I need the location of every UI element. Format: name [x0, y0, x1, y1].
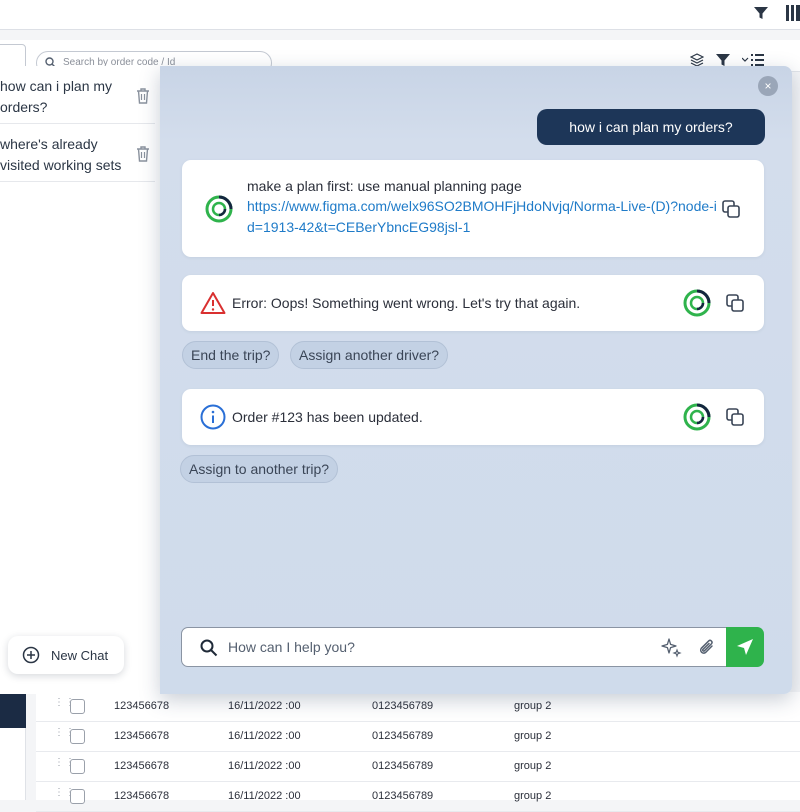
suggestion-chip[interactable]: End the trip? [182, 341, 280, 369]
bot-message-text: make a plan first: use manual planning p… [247, 178, 522, 194]
info-message-text: Order #123 has been updated. [232, 409, 423, 425]
cell-code: 0123456789 [372, 790, 434, 802]
history-item[interactable]: how can i plan my orders? [0, 66, 155, 124]
row-checkbox[interactable] [70, 699, 85, 714]
orders-table: ⋮⋮ 123456678 16/11/2022 :00 0123456789 g… [36, 692, 800, 812]
table-row[interactable]: ⋮⋮ 123456678 16/11/2022 :00 0123456789 g… [36, 722, 800, 752]
table-row[interactable]: ⋮⋮ 123456678 16/11/2022 :00 0123456789 g… [36, 782, 800, 812]
filter-icon[interactable] [754, 6, 768, 20]
assistant-logo-icon [205, 195, 233, 223]
cell-date: 16/11/2022 :00 [228, 790, 301, 802]
info-icon [200, 404, 226, 430]
cell-code: 0123456789 [372, 730, 434, 742]
cell-date: 16/11/2022 :00 [228, 700, 301, 712]
layers-icon[interactable] [690, 53, 704, 67]
copy-icon[interactable] [722, 200, 740, 218]
cell-id: 123456678 [114, 760, 170, 772]
close-button[interactable]: × [758, 76, 778, 96]
assistant-logo-icon [683, 403, 711, 431]
paperclip-icon[interactable] [696, 637, 718, 659]
cell-id: 123456678 [114, 730, 170, 742]
left-nav-panel [0, 728, 26, 800]
bot-message-card: make a plan first: use manual planning p… [182, 160, 764, 257]
app-top-bar [0, 0, 800, 30]
suggestion-chip[interactable]: Assign to another trip? [180, 455, 339, 483]
table-row[interactable]: ⋮⋮ 123456678 16/11/2022 :00 0123456789 g… [36, 752, 800, 782]
suggestion-chip[interactable]: Assign another driver? [290, 341, 449, 369]
plus-circle-icon [22, 646, 40, 664]
user-message: how i can plan my orders? [537, 109, 765, 145]
trash-icon[interactable] [135, 87, 151, 104]
row-checkbox[interactable] [70, 759, 85, 774]
search-icon [200, 639, 218, 657]
chat-history-sidebar: how can i plan my orders? where's alread… [0, 66, 162, 694]
send-icon [737, 639, 753, 655]
cell-group: group 2 [514, 760, 552, 772]
new-chat-label: New Chat [51, 648, 109, 663]
history-item[interactable]: where's already visited working sets [0, 124, 155, 182]
assistant-logo-icon [683, 289, 711, 317]
left-nav-edge [0, 692, 26, 728]
sparkle-icon[interactable] [660, 637, 682, 659]
error-message-text: Error: Oops! Something went wrong. Let's… [232, 295, 581, 311]
cell-group: group 2 [514, 700, 552, 712]
copy-icon[interactable] [726, 294, 744, 312]
drag-handle-icon[interactable]: ⋮⋮ [54, 758, 75, 772]
cell-code: 0123456789 [372, 760, 434, 772]
copy-icon[interactable] [726, 408, 744, 426]
list-icon[interactable] [742, 53, 764, 67]
send-button[interactable] [726, 627, 764, 667]
trash-icon[interactable] [135, 145, 151, 162]
history-item-label: where's already visited working sets [0, 136, 122, 173]
cell-code: 0123456789 [372, 700, 434, 712]
drag-handle-icon[interactable]: ⋮⋮ [54, 698, 75, 712]
drag-handle-icon[interactable]: ⋮⋮ [54, 728, 75, 742]
row-checkbox[interactable] [70, 789, 85, 804]
info-message-card: Order #123 has been updated. [182, 389, 764, 445]
cell-group: group 2 [514, 790, 552, 802]
chat-input[interactable]: How can I help you? [181, 627, 764, 667]
columns-icon[interactable] [786, 5, 800, 21]
cell-id: 123456678 [114, 790, 170, 802]
cell-date: 16/11/2022 :00 [228, 760, 301, 772]
new-chat-button[interactable]: New Chat [8, 636, 124, 674]
error-message-card: Error: Oops! Something went wrong. Let's… [182, 275, 764, 331]
table-row[interactable]: ⋮⋮ 123456678 16/11/2022 :00 0123456789 g… [36, 692, 800, 722]
filter-icon[interactable] [716, 53, 730, 67]
row-checkbox[interactable] [70, 729, 85, 744]
drag-handle-icon[interactable]: ⋮⋮ [54, 788, 75, 802]
chat-panel: × how i can plan my orders? make a plan … [160, 66, 792, 694]
cell-group: group 2 [514, 730, 552, 742]
cell-date: 16/11/2022 :00 [228, 730, 301, 742]
bot-message-link[interactable]: https://www.figma.com/welx96SO2BMOHFjHdo… [247, 196, 717, 238]
chat-input-placeholder: How can I help you? [228, 639, 355, 655]
history-item-label: how can i plan my orders? [0, 78, 113, 115]
warning-icon [200, 292, 226, 314]
cell-id: 123456678 [114, 700, 170, 712]
